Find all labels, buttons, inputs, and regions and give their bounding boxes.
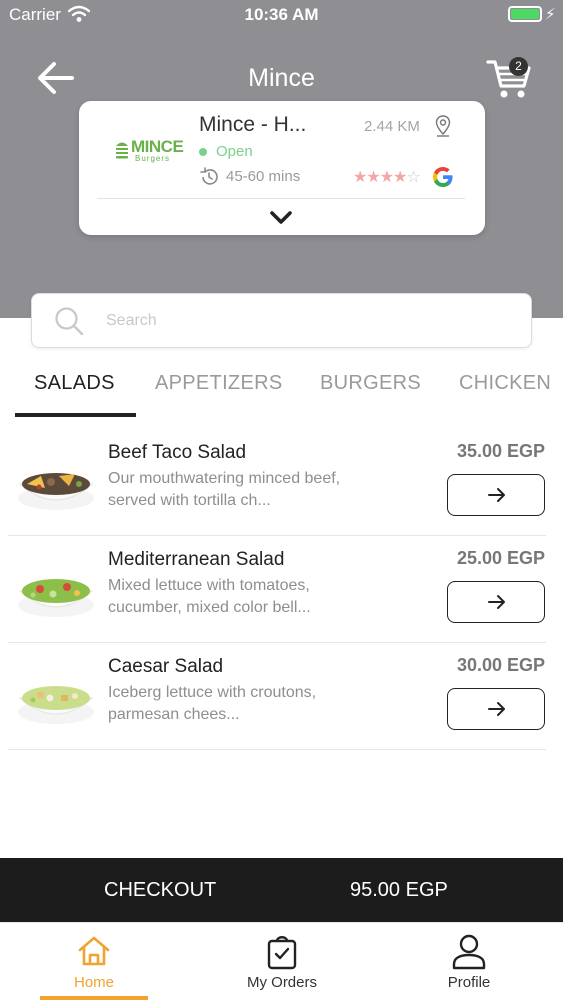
caesar-salad-image [18,686,94,724]
open-status: Open [216,143,253,160]
burger-logo-icon [116,142,128,159]
search-bar [31,293,532,348]
view-item-button[interactable] [447,581,545,623]
page-title: Mince [248,64,315,92]
google-icon [433,167,453,187]
tab-chicken[interactable]: CHICKEN [459,372,551,395]
item-description: Iceberg lettuce with croutons, parmesan … [108,684,317,723]
restaurant-logo: MINCE Burgers [115,137,184,167]
cart-count-badge: 2 [509,57,528,76]
item-price: 25.00 EGP [456,548,545,568]
view-item-button[interactable] [447,688,545,730]
chevron-down-icon[interactable] [269,209,293,227]
checkout-total: 95.00 EGP [350,879,448,901]
arrow-right-icon [488,595,505,609]
item-name: Mediterranean Salad [108,549,285,570]
active-tab-indicator [15,413,136,417]
row-divider [8,749,546,750]
tab-appetizers[interactable]: APPETIZERS [155,372,282,395]
item-name: Caesar Salad [108,656,224,677]
tab-my-orders[interactable]: My Orders [188,923,376,1000]
menu-item[interactable]: Mediterranean Salad Mixed lettuce with t… [0,535,563,643]
item-name: Beef Taco Salad [108,442,247,463]
active-tab-underline [40,996,148,1000]
profile-icon [452,934,486,970]
arrow-right-icon [488,702,505,716]
battery-icon [508,6,542,22]
checkout-button[interactable]: CHECKOUT 95.00 EGP [0,858,563,922]
tab-home-label: Home [73,974,114,991]
item-price: 30.00 EGP [456,655,545,675]
delivery-time: 45-60 mins [226,168,301,185]
item-price: 35.00 EGP [456,441,545,461]
arrow-right-icon [488,488,505,502]
tab-profile[interactable]: Profile [375,923,563,1000]
menu-item[interactable]: Caesar Salad Iceberg lettuce with crouto… [0,642,563,750]
tab-home[interactable]: Home [0,923,188,1000]
status-dot-icon [199,148,207,156]
history-clock-icon [200,167,218,185]
checkout-label: CHECKOUT [104,879,217,901]
tab-profile-label: Profile [447,974,491,991]
search-icon [55,307,84,336]
tab-burgers[interactable]: BURGERS [320,372,421,395]
rating-stars: ★★★★☆ [353,169,421,186]
orders-bag-icon [267,936,297,970]
location-pin-icon [435,115,451,137]
status-bar: Carrier 10:36 AM ⚡ [0,0,563,30]
item-description: Our mouthwatering minced beef, served wi… [108,470,341,509]
restaurant-name: Mince - H... [199,113,307,136]
clock-time: 10:36 AM [244,5,319,24]
mediterranean-salad-image [18,579,94,617]
beef-taco-salad-image [18,473,94,510]
bottom-tab-bar: Home My Orders Profile [0,922,563,1000]
distance-label: 2.44 KM [364,118,420,135]
home-icon [78,936,110,966]
item-description: Mixed lettuce with tomatoes, cucumber, m… [108,577,311,616]
restaurant-info-card: MINCE Burgers Mince - H... Open 45-60 mi… [79,101,485,235]
card-divider [97,198,465,199]
menu-item[interactable]: Beef Taco Salad Our mouthwatering minced… [0,428,563,536]
category-tabs: SALADS APPETIZERS BURGERS CHICKEN [0,360,563,418]
search-input[interactable] [106,294,506,347]
tab-salads[interactable]: SALADS [34,372,115,395]
tab-my-orders-label: My Orders [246,974,317,991]
charging-icon: ⚡ [545,6,556,23]
view-item-button[interactable] [447,474,545,516]
